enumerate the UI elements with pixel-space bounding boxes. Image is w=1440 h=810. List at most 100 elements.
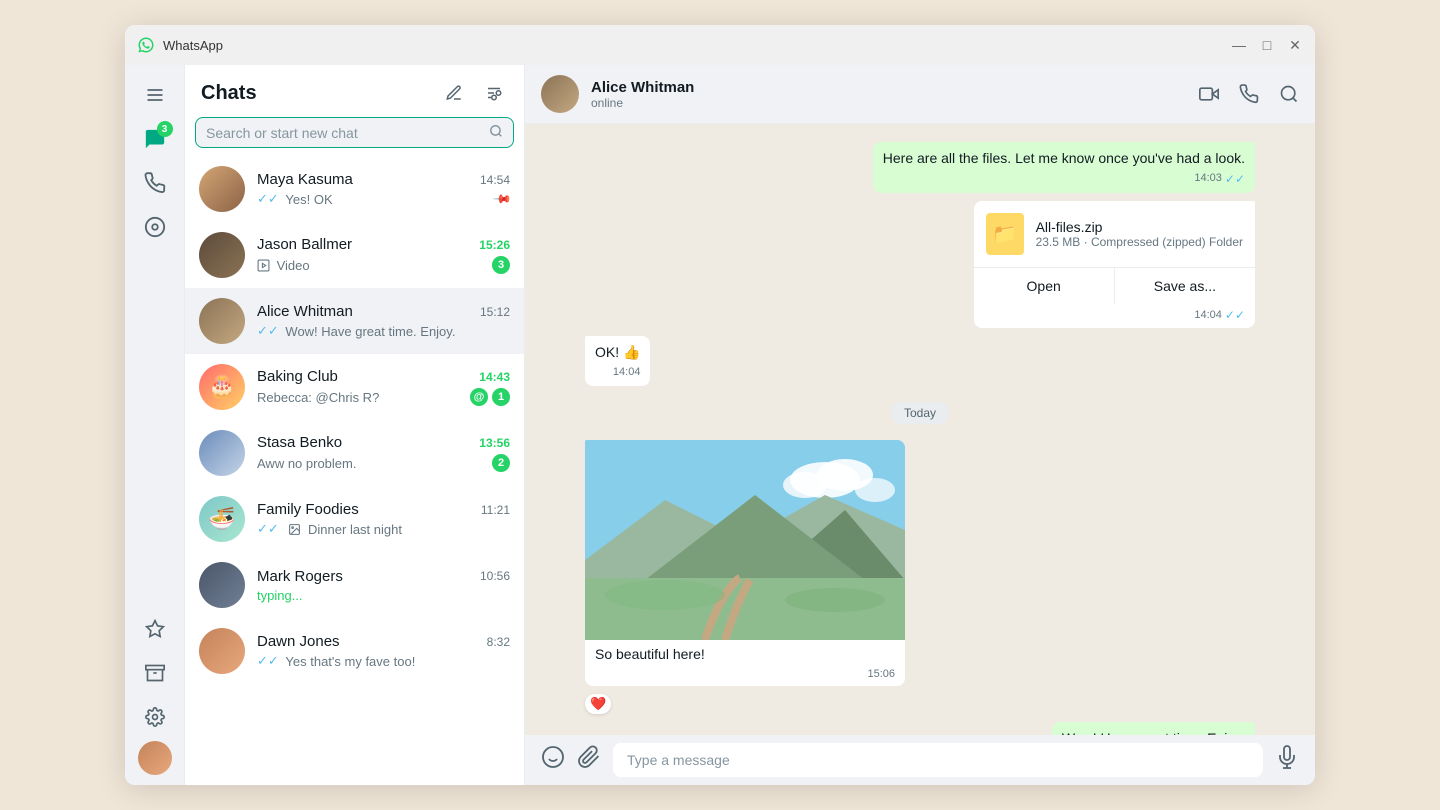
avatar-baking: 🎂 — [199, 364, 245, 410]
chat-list: Maya Kasuma 14:54 ✓✓ Yes! OK 📌 — [185, 156, 524, 785]
message-bubble-3: OK! 👍 14:04 — [585, 336, 650, 386]
app-logo-icon — [137, 36, 155, 54]
chat-item-stasa[interactable]: Stasa Benko 13:56 Aww no problem. 2 — [185, 420, 524, 486]
nav-settings-button[interactable] — [135, 697, 175, 737]
chat-list-title: Chats — [201, 82, 257, 105]
nav-badge: 3 — [157, 121, 173, 137]
message-bubble-1: Here are all the files. Let me know once… — [873, 142, 1255, 193]
chat-preview-row-stasa: Aww no problem. 2 — [257, 454, 510, 472]
message-meta-3: 14:04 — [595, 365, 640, 380]
chat-time-family: 11:21 — [481, 503, 510, 517]
message-row-3: OK! 👍 14:04 — [585, 336, 1255, 386]
file-save-button[interactable]: Save as... — [1115, 268, 1255, 304]
minimize-button[interactable]: — — [1231, 37, 1247, 53]
search-chat-button[interactable] — [1279, 84, 1299, 104]
photo-image — [585, 440, 905, 640]
nav-menu-button[interactable] — [135, 75, 175, 115]
ticks-maya: ✓✓ — [257, 191, 279, 207]
ticks-alice: ✓✓ — [257, 323, 279, 339]
mic-button[interactable] — [1275, 745, 1299, 775]
chat-list-header: Chats — [185, 65, 524, 117]
file-open-button[interactable]: Open — [974, 268, 1115, 304]
chat-name-row-maya: Maya Kasuma 14:54 — [257, 171, 510, 188]
chat-header-status: online — [591, 96, 1187, 110]
chat-preview-family: ✓✓ Dinner last night — [257, 521, 510, 537]
nav-archive-button[interactable] — [135, 653, 175, 693]
chat-header-info: Alice Whitman online — [591, 79, 1187, 110]
chat-header-name: Alice Whitman — [591, 79, 1187, 96]
chat-item-dawn[interactable]: Dawn Jones 8:32 ✓✓ Yes that's my fave to… — [185, 618, 524, 684]
chat-time-stasa: 13:56 — [479, 436, 510, 450]
chat-preview-row-dawn: ✓✓ Yes that's my fave too! — [257, 653, 510, 669]
ticks-family: ✓✓ — [257, 521, 279, 537]
close-button[interactable]: ✕ — [1287, 37, 1303, 53]
message-row-5: So beautiful here! 15:06 ❤️ — [585, 440, 1255, 714]
chat-time-alice: 15:12 — [480, 305, 510, 319]
photo-message-container: So beautiful here! 15:06 ❤️ — [585, 440, 905, 714]
nav-status-button[interactable] — [135, 207, 175, 247]
file-name: All-files.zip — [1036, 219, 1243, 235]
message-bubble-6: Wow! Have great time. Enjoy. 15:12 ✓✓ — [1052, 722, 1255, 735]
message-text-6: Wow! Have great time. Enjoy. — [1062, 729, 1245, 735]
chat-time-maya: 14:54 — [480, 173, 510, 187]
chat-item-mark[interactable]: Mark Rogers 10:56 typing... — [185, 552, 524, 618]
chat-name-row-family: Family Foodies 11:21 — [257, 501, 510, 518]
chat-preview-alice: ✓✓ Wow! Have great time. Enjoy. — [257, 323, 510, 339]
unread-badge-jason: 3 — [492, 256, 510, 274]
attach-button[interactable] — [577, 745, 601, 775]
chat-name-dawn: Dawn Jones — [257, 633, 340, 650]
search-icon — [489, 124, 503, 141]
emoji-button[interactable] — [541, 745, 565, 775]
file-info: All-files.zip 23.5 MB · Compressed (zipp… — [1036, 219, 1243, 249]
nav-chats-button[interactable]: 3 — [135, 119, 175, 159]
search-input[interactable] — [206, 125, 481, 141]
nav-starred-button[interactable] — [135, 609, 175, 649]
photo-meta: 15:06 — [585, 668, 905, 686]
file-size: 23.5 MB — [1036, 235, 1081, 249]
mention-badge-baking: @ — [470, 388, 488, 406]
file-icon: 📁 — [986, 213, 1024, 255]
filter-menu-button[interactable] — [480, 79, 508, 107]
chat-item-alice[interactable]: Alice Whitman 15:12 ✓✓ Wow! Have great t… — [185, 288, 524, 354]
chat-preview-row-baking: Rebecca: @Chris R? @ 1 — [257, 388, 510, 406]
file-time: 14:04 — [1194, 309, 1222, 321]
chat-list-header-icons — [440, 79, 508, 107]
chat-header-avatar[interactable] — [541, 75, 579, 113]
avatar-stasa — [199, 430, 245, 476]
chat-preview-jason: Video — [257, 258, 492, 273]
video-call-button[interactable] — [1199, 84, 1219, 104]
search-bar[interactable] — [195, 117, 514, 148]
chat-preview-row-mark: typing... — [257, 588, 510, 603]
message-time-1: 14:03 — [1194, 171, 1222, 186]
mountain-svg — [585, 440, 905, 640]
photo-bubble: So beautiful here! 15:06 — [585, 440, 905, 686]
nav-bottom — [135, 609, 175, 775]
chat-item-maya[interactable]: Maya Kasuma 14:54 ✓✓ Yes! OK 📌 — [185, 156, 524, 222]
chat-info-mark: Mark Rogers 10:56 typing... — [257, 568, 510, 603]
file-bubble: 📁 All-files.zip 23.5 MB · Compressed (zi… — [974, 201, 1255, 328]
nav-profile-avatar[interactable] — [138, 741, 172, 775]
chat-time-dawn: 8:32 — [487, 635, 510, 649]
voice-call-button[interactable] — [1239, 84, 1259, 104]
chat-header: Alice Whitman online — [525, 65, 1315, 124]
chat-item-family[interactable]: 🍜 Family Foodies 11:21 ✓✓ Dinner last ni… — [185, 486, 524, 552]
nav-rail: 3 — [125, 65, 185, 785]
window-controls: — □ ✕ — [1231, 37, 1303, 53]
chat-item-baking[interactable]: 🎂 Baking Club 14:43 Rebecca: @Chris R? @… — [185, 354, 524, 420]
chat-info-jason: Jason Ballmer 15:26 Video 3 — [257, 236, 510, 274]
unread-badge-stasa: 2 — [492, 454, 510, 472]
new-chat-button[interactable] — [440, 79, 468, 107]
photo-reaction[interactable]: ❤️ — [585, 694, 611, 714]
file-ticks: ✓✓ — [1225, 308, 1245, 322]
message-input[interactable] — [613, 743, 1263, 777]
avatar-jason — [199, 232, 245, 278]
file-type: Compressed (zipped) Folder — [1091, 235, 1243, 249]
chat-name-row-dawn: Dawn Jones 8:32 — [257, 633, 510, 650]
chat-item-jason[interactable]: Jason Ballmer 15:26 Video 3 — [185, 222, 524, 288]
chat-time-baking: 14:43 — [479, 370, 510, 384]
message-row-6: Wow! Have great time. Enjoy. 15:12 ✓✓ — [585, 722, 1255, 735]
nav-calls-button[interactable] — [135, 163, 175, 203]
unread-badge-baking: 1 — [492, 388, 510, 406]
chat-list-panel: Chats — [185, 65, 525, 785]
maximize-button[interactable]: □ — [1259, 37, 1275, 53]
